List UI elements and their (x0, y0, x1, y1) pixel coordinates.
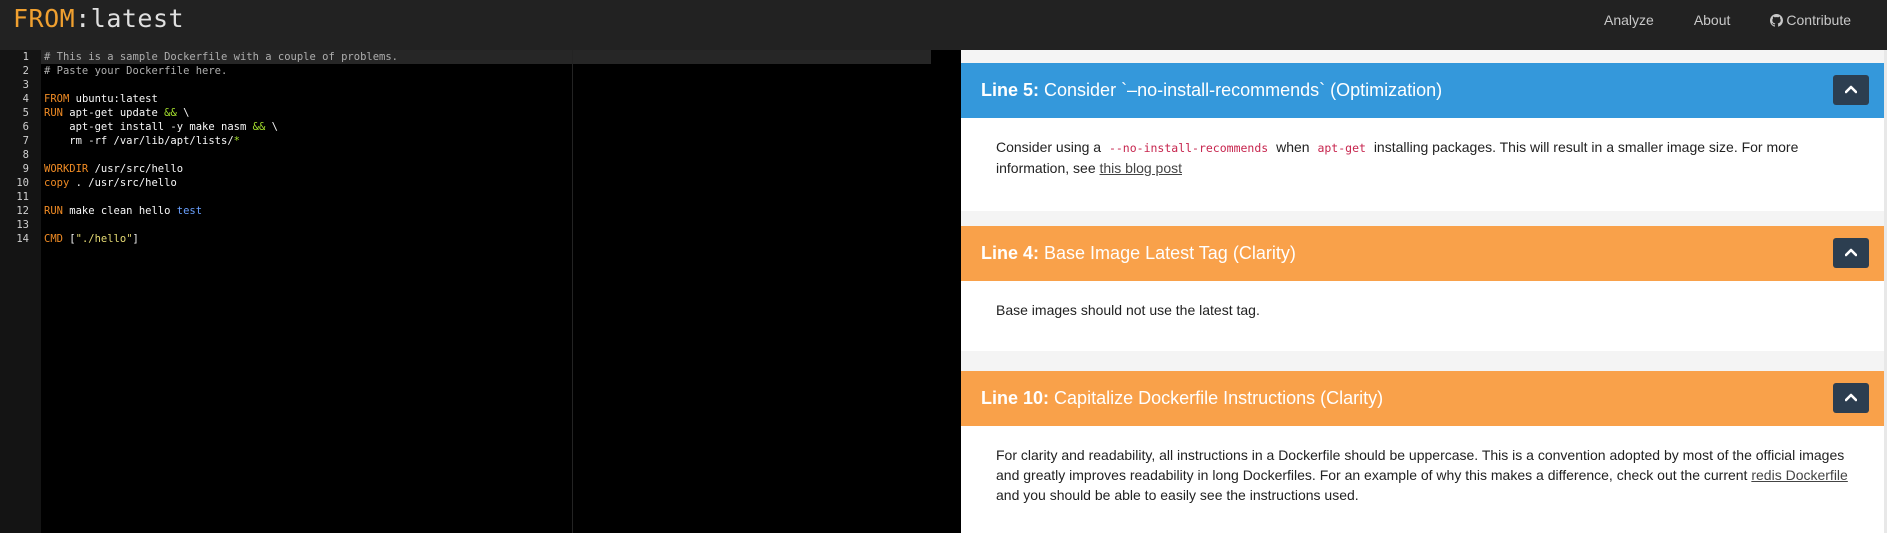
analysis-results-panel: Line 5: Consider `–no-install-recommends… (961, 50, 1887, 533)
line-number: 14 (16, 233, 29, 245)
code-string: "./hello" (75, 233, 133, 245)
code-line-2: # Paste your Dockerfile here. (44, 65, 228, 77)
result-card-header[interactable]: Line 4: Base Image Latest Tag (Clarity) (961, 226, 1884, 281)
result-card-header[interactable]: Line 10: Capitalize Dockerfile Instructi… (961, 371, 1884, 426)
code-text: ubuntu:latest (69, 93, 158, 105)
dockerfile-editor[interactable]: 1 2 3 4 5 6 7 8 9 10 11 12 13 14 # This … (0, 50, 960, 533)
code-line-7: rm -rf /var/lib/apt/lists/* (44, 134, 240, 148)
line-number: 1 (22, 51, 29, 63)
collapse-button[interactable] (1833, 383, 1869, 413)
result-text: Consider using a (996, 139, 1102, 155)
blog-post-link[interactable]: this blog post (1100, 160, 1183, 176)
line-number: 12 (16, 205, 29, 217)
code-line-5: RUN apt-get update && \ (44, 106, 189, 120)
result-line-label: Line 5: (981, 80, 1040, 100)
line-number: 8 (22, 149, 29, 161)
code-line-14: CMD ["./hello"] (44, 232, 139, 246)
brand-from: FROM (13, 4, 76, 33)
chevron-up-icon (1845, 85, 1857, 94)
code-text: rm -rf /var/lib/apt/lists/ (44, 135, 234, 147)
navbar: FROM:latest Analyze About Contribute (0, 0, 1887, 50)
code-line-12: RUN make clean hello test (44, 204, 202, 218)
code-line-9: WORKDIR /usr/src/hello (44, 162, 183, 176)
code-text: [ (62, 233, 76, 245)
line-number: 13 (16, 219, 29, 231)
collapse-button[interactable] (1833, 238, 1869, 268)
nav-links: Analyze About Contribute (1564, 0, 1851, 40)
nav-analyze-link[interactable]: Analyze (1604, 12, 1654, 28)
code-text: \ (265, 121, 278, 133)
line-number: 10 (16, 177, 29, 189)
result-title: Capitalize Dockerfile Instructions (Clar… (1054, 388, 1384, 408)
result-text: when (1276, 139, 1310, 155)
result-text: and you should be able to easily see the… (996, 487, 1359, 503)
inline-code: --no-install-recommends (1108, 141, 1269, 155)
chevron-up-icon (1845, 393, 1857, 402)
line-number-gutter: 1 2 3 4 5 6 7 8 9 10 11 12 13 14 (0, 50, 41, 533)
code-text: apt-get install -y make nasm (44, 121, 253, 133)
code-operator: && (164, 107, 177, 119)
code-text: make clean hello (62, 205, 177, 217)
code-text: /usr/src/hello (88, 163, 184, 175)
github-icon (1770, 13, 1784, 27)
code-text: \ (176, 107, 190, 119)
nav-about-link[interactable]: About (1694, 12, 1731, 28)
code-line-1: # This is a sample Dockerfile with a cou… (44, 51, 399, 63)
inline-code: apt-get (1317, 141, 1366, 155)
result-card-body: For clarity and readability, all instruc… (961, 426, 1884, 533)
code-line-10: copy . /usr/src/hello (44, 176, 177, 190)
result-card-header[interactable]: Line 5: Consider `–no-install-recommends… (961, 63, 1884, 118)
result-title: Consider `–no-install-recommends` (Optim… (1044, 80, 1443, 100)
result-line-label: Line 10: (981, 388, 1050, 408)
result-card-body: Consider using a --no-install-recommends… (961, 118, 1884, 211)
result-text: Base images should not use the latest ta… (996, 302, 1260, 318)
nav-contribute-label: Contribute (1786, 12, 1851, 28)
line-number: 5 (22, 107, 29, 119)
collapse-button[interactable] (1833, 75, 1869, 105)
nav-contribute-link[interactable]: Contribute (1770, 12, 1851, 28)
line-number: 6 (22, 121, 29, 133)
line-number: 7 (22, 135, 29, 147)
code-line-6: apt-get install -y make nasm && \ (44, 120, 278, 134)
result-title: Base Image Latest Tag (Clarity) (1044, 243, 1296, 263)
instruction-keyword: CMD (44, 233, 63, 245)
line-number: 2 (22, 65, 29, 77)
brand-tag: :latest (75, 4, 185, 33)
instruction-keyword: FROM (44, 93, 70, 105)
code-operator: && (252, 121, 266, 133)
line-number: 11 (16, 191, 29, 203)
code-text: apt-get update (62, 107, 165, 119)
redis-dockerfile-link[interactable]: redis Dockerfile (1751, 467, 1847, 483)
print-margin (572, 50, 573, 533)
line-number: 4 (22, 93, 29, 105)
instruction-keyword: RUN (44, 205, 63, 217)
result-text: For clarity and readability, all instruc… (996, 447, 1845, 483)
result-line-label: Line 4: (981, 243, 1040, 263)
instruction-keyword: copy (44, 177, 70, 189)
code-operator: * (233, 135, 240, 147)
instruction-keyword: WORKDIR (44, 163, 89, 175)
chevron-up-icon (1845, 248, 1857, 257)
code-builtin: test (176, 205, 203, 217)
line-number: 9 (22, 163, 29, 175)
code-line-4: FROM ubuntu:latest (44, 92, 158, 106)
line-number: 3 (22, 79, 29, 91)
code-text: ] (132, 233, 139, 245)
result-card-body: Base images should not use the latest ta… (961, 281, 1884, 351)
code-text: . /usr/src/hello (69, 177, 177, 189)
instruction-keyword: RUN (44, 107, 63, 119)
brand-logo[interactable]: FROM:latest (13, 4, 184, 34)
